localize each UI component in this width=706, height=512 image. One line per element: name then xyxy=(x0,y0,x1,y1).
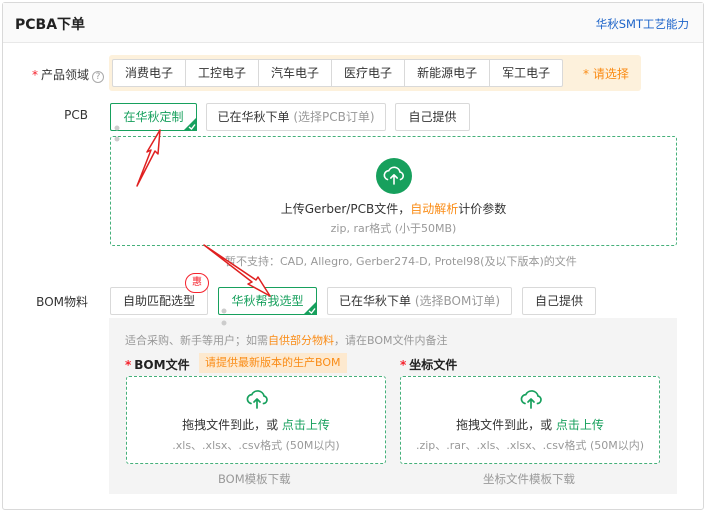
annotation-dot-icon xyxy=(221,320,227,326)
annotation-arrows xyxy=(114,125,271,326)
annotation-arrow-icon xyxy=(136,129,161,187)
annotation-dot-icon xyxy=(114,125,120,131)
annotation-arrow-icon xyxy=(203,244,271,297)
annotation-dot-icon xyxy=(114,136,120,142)
annotation-dot-icon xyxy=(221,308,227,314)
